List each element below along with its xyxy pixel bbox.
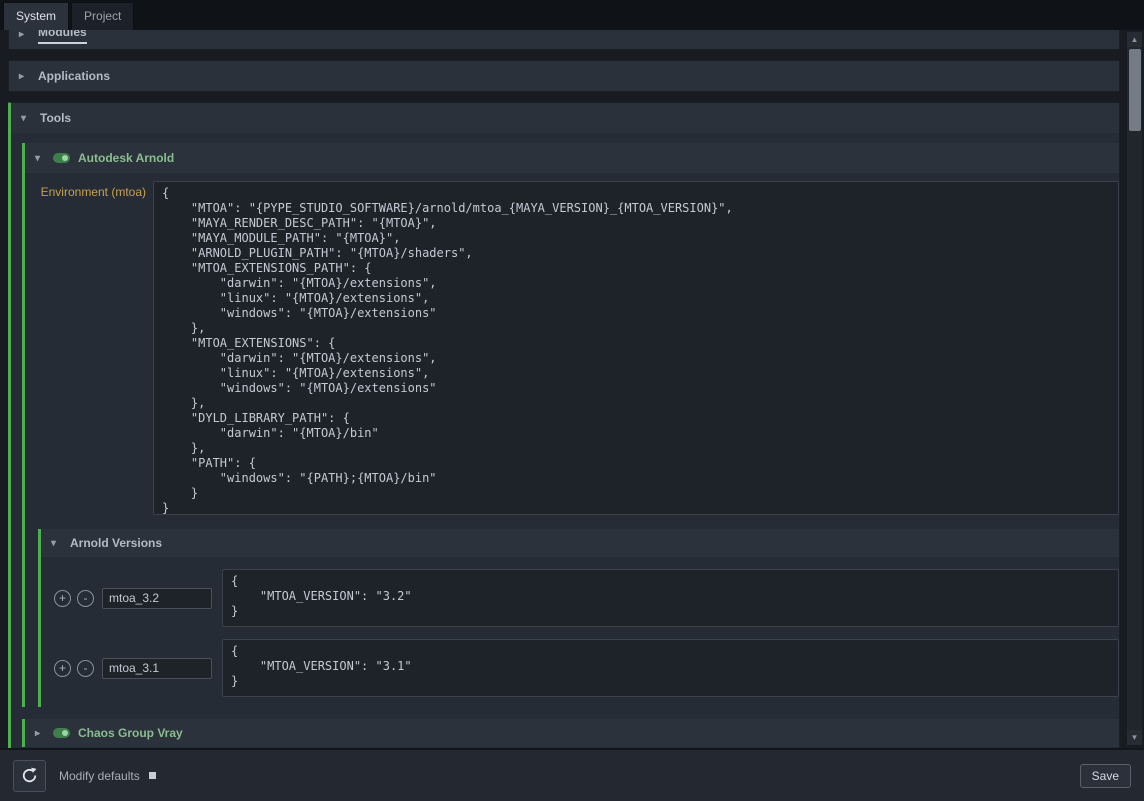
modify-defaults-label: Modify defaults (59, 769, 140, 783)
version-row: + - { "MTOA_VERSION": "3.1" } (54, 639, 1119, 697)
toggle-knob-icon (62, 155, 68, 161)
section-tools-label: Tools (40, 111, 71, 125)
environment-mtoa-editor[interactable]: { "MTOA": "{PYPE_STUDIO_SOFTWARE}/arnold… (153, 181, 1119, 515)
vertical-scrollbar[interactable]: ▲ ▼ (1126, 32, 1142, 745)
main-tab-bar: System Project (0, 0, 1144, 30)
version-name-input[interactable] (102, 588, 212, 609)
add-version-button[interactable]: + (54, 660, 71, 677)
section-applications-header[interactable]: ▸ Applications (9, 61, 1119, 91)
section-tools-header[interactable]: ▾ Tools (11, 103, 1119, 133)
chevron-down-icon: ▾ (51, 538, 61, 549)
save-button[interactable]: Save (1080, 764, 1131, 788)
section-modules-label: Modules (38, 30, 87, 44)
footer-bar: Modify defaults Save (0, 748, 1144, 801)
scroll-up-icon[interactable]: ▲ (1127, 32, 1142, 47)
settings-scroll-area: ▸ Modules ▸ Applications ▾ Tools ▾ (0, 30, 1144, 748)
arnold-enabled-toggle[interactable] (53, 153, 70, 163)
refresh-icon (21, 767, 38, 784)
version-env-editor[interactable]: { "MTOA_VERSION": "3.1" } (222, 639, 1119, 697)
add-version-button[interactable]: + (54, 590, 71, 607)
version-row: + - { "MTOA_VERSION": "3.2" } (54, 569, 1119, 627)
section-applications-label: Applications (38, 69, 110, 83)
arnold-versions-header[interactable]: ▾ Arnold Versions (41, 529, 1119, 557)
section-modules-header[interactable]: ▸ Modules (9, 30, 1119, 49)
subsection-autodesk-arnold: ▾ Autodesk Arnold Environment (mtoa) { "… (22, 143, 1119, 707)
chevron-right-icon: ▸ (35, 728, 45, 739)
tab-project[interactable]: Project (71, 2, 134, 30)
section-modules: ▸ Modules (8, 30, 1120, 50)
remove-version-button[interactable]: - (77, 660, 94, 677)
modify-defaults-checkbox[interactable] (149, 772, 156, 779)
chevron-down-icon: ▾ (35, 153, 45, 164)
vray-label: Chaos Group Vray (78, 726, 183, 740)
section-tools: ▾ Tools ▾ Autodesk Arnold Environment (m… (8, 102, 1120, 748)
settings-window: System Project ▸ Modules ▸ Applications … (0, 0, 1144, 801)
refresh-button[interactable] (13, 760, 46, 792)
environment-mtoa-label: Environment (mtoa) (25, 181, 153, 199)
chevron-right-icon: ▸ (19, 71, 29, 82)
version-env-editor[interactable]: { "MTOA_VERSION": "3.2" } (222, 569, 1119, 627)
scrollbar-thumb[interactable] (1129, 49, 1141, 131)
section-applications: ▸ Applications (8, 60, 1120, 92)
scroll-down-icon[interactable]: ▼ (1127, 730, 1142, 745)
remove-version-button[interactable]: - (77, 590, 94, 607)
tab-system[interactable]: System (3, 2, 69, 30)
toggle-knob-icon (62, 730, 68, 736)
arnold-versions-rows: + - { "MTOA_VERSION": "3.2" } + - { "MTO… (41, 557, 1119, 707)
section-tools-body: ▾ Autodesk Arnold Environment (mtoa) { "… (11, 133, 1119, 748)
modify-defaults-control[interactable]: Modify defaults (59, 769, 156, 783)
arnold-label: Autodesk Arnold (78, 151, 174, 165)
arnold-versions-label: Arnold Versions (70, 536, 162, 550)
vray-header[interactable]: ▸ Chaos Group Vray (25, 719, 1119, 747)
arnold-header[interactable]: ▾ Autodesk Arnold (25, 143, 1119, 173)
arnold-environment-row: Environment (mtoa) { "MTOA": "{PYPE_STUD… (25, 173, 1119, 521)
chevron-right-icon: ▸ (19, 30, 29, 40)
subsection-arnold-versions: ▾ Arnold Versions + - { "MTOA_VERSION": … (38, 529, 1119, 707)
version-name-input[interactable] (102, 658, 212, 679)
vray-enabled-toggle[interactable] (53, 728, 70, 738)
chevron-down-icon: ▾ (21, 113, 31, 124)
subsection-chaos-group-vray: ▸ Chaos Group Vray (22, 719, 1119, 747)
